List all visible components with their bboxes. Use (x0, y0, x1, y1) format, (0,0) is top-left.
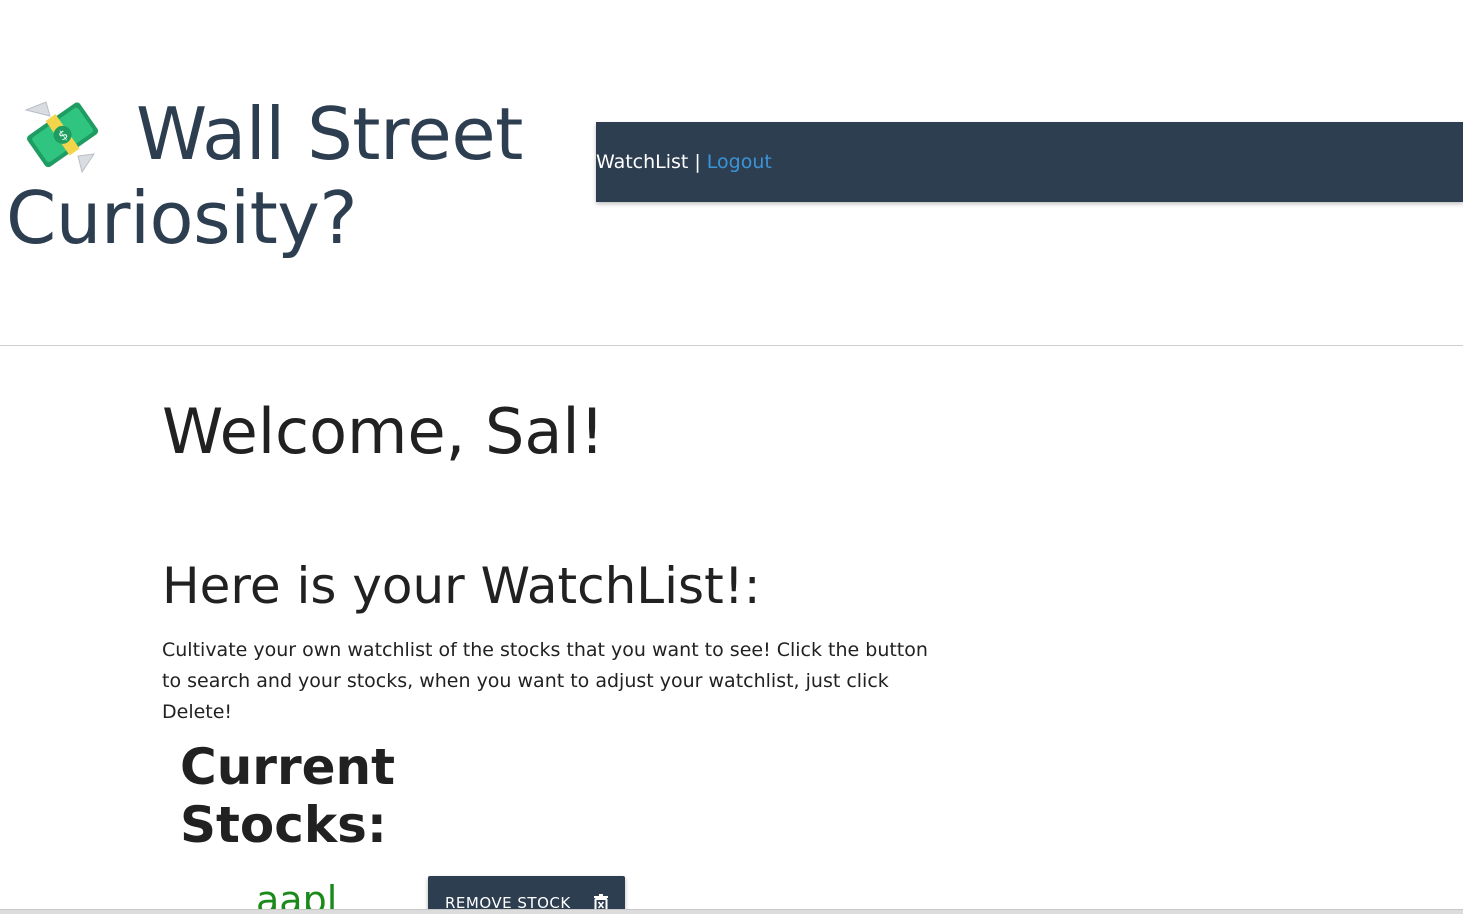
nav-logout-link[interactable]: Logout (707, 151, 772, 173)
horizontal-scrollbar[interactable] (0, 909, 1463, 914)
site-header: $ Wall Street Curiosity? WatchList | Log… (0, 0, 1463, 346)
brand-title[interactable]: $ Wall Street Curiosity? (6, 92, 566, 260)
page: $ Wall Street Curiosity? WatchList | Log… (0, 0, 1463, 914)
watchlist-intro: Cultivate your own watchlist of the stoc… (162, 639, 928, 723)
nav-separator: | (694, 151, 701, 173)
header-divider (0, 345, 1463, 346)
navbar: WatchList | Logout (596, 122, 1463, 202)
welcome-heading: Welcome, Sal! (162, 395, 605, 468)
nav-watchlist-link[interactable]: WatchList (596, 151, 688, 173)
current-stocks-heading: Current Stocks: (180, 738, 396, 854)
money-with-wings-icon: $ (20, 94, 104, 174)
watchlist-heading: Here is your WatchList!: (162, 557, 761, 615)
